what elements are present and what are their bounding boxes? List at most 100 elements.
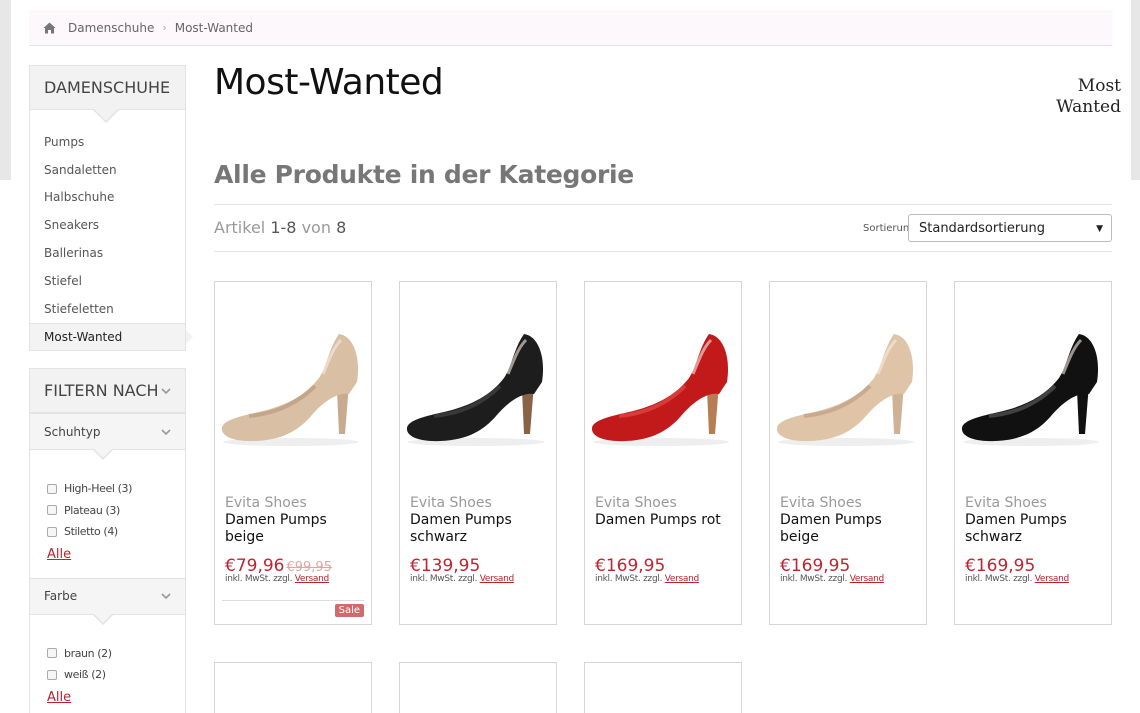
- filter-farbe-options: braun (2) weiß (2) Alle: [30, 615, 185, 713]
- filter-option[interactable]: High-Heel (3): [47, 478, 185, 500]
- page: Damenschuhe › Most-Wanted DAMENSCHUHE Pu…: [11, 0, 1131, 713]
- tax-text: inkl. MwSt. zzgl.: [225, 574, 293, 584]
- dropdown-arrow-icon: ▼: [1096, 224, 1103, 234]
- product-card[interactable]: [584, 662, 742, 713]
- product-card[interactable]: [214, 662, 372, 713]
- product-price: €169,95: [965, 556, 1035, 576]
- current-price: €169,95: [965, 556, 1036, 576]
- chevron-down-icon[interactable]: [161, 428, 171, 435]
- filter-option[interactable]: weiß (2): [47, 664, 185, 686]
- filter-option-label: braun (2): [64, 646, 112, 660]
- product-image[interactable]: [219, 324, 369, 454]
- checkbox[interactable]: [47, 483, 57, 494]
- filter-box: FILTERN NACH Schuhtyp High-Heel (3) Plat…: [29, 368, 186, 713]
- current-price: €169,95: [595, 556, 666, 576]
- shipping-link[interactable]: Versand: [665, 574, 700, 584]
- product-name[interactable]: Damen Pumps beige: [780, 512, 920, 546]
- tax-note: inkl. MwSt. zzgl. Versand: [595, 574, 699, 584]
- sidebar-item-pumps[interactable]: Pumps: [30, 128, 185, 156]
- chevron-down-icon[interactable]: [161, 593, 171, 599]
- shipping-link[interactable]: Versand: [850, 574, 885, 584]
- product-price: €79,96 €99,95: [225, 556, 332, 576]
- product-name[interactable]: Damen Pumps rot: [595, 512, 735, 529]
- current-price: €169,95: [780, 556, 851, 576]
- count-range: 1-8: [270, 218, 297, 237]
- checkbox[interactable]: [47, 505, 57, 516]
- product-price: €169,95: [595, 556, 665, 576]
- brand-logo[interactable]: Most Wanted: [1031, 76, 1121, 118]
- category-list: Pumps Sandaletten Halbschuhe Sneakers Ba…: [30, 110, 193, 351]
- filter-option[interactable]: braun (2): [47, 643, 185, 665]
- breadcrumb-item-current: Most-Wanted: [174, 20, 253, 35]
- count-mid: von: [301, 218, 331, 237]
- divider: [214, 204, 1112, 205]
- shipping-link[interactable]: Versand: [1035, 574, 1070, 584]
- product-name[interactable]: Damen Pumps schwarz: [410, 512, 550, 546]
- filter-header[interactable]: FILTERN NACH: [30, 369, 185, 413]
- filter-schuhtyp-options: High-Heel (3) Plateau (3) Stiletto (4) A…: [30, 450, 185, 578]
- chevron-down-icon[interactable]: [161, 387, 171, 394]
- sidebar-item-ballerinas[interactable]: Ballerinas: [30, 239, 185, 267]
- current-price: €139,95: [410, 556, 481, 576]
- tax-text: inkl. MwSt. zzgl.: [780, 574, 848, 584]
- product-brand[interactable]: Evita Shoes: [965, 495, 1047, 511]
- breadcrumb-item-damenschuhe[interactable]: Damenschuhe: [68, 21, 154, 35]
- filter-title: FILTERN NACH: [44, 381, 159, 400]
- product-image[interactable]: [774, 324, 924, 454]
- checkbox[interactable]: [47, 669, 57, 680]
- product-brand[interactable]: Evita Shoes: [595, 495, 677, 511]
- filter-schuhtyp-title: Schuhtyp: [44, 424, 101, 439]
- product-image[interactable]: [959, 324, 1109, 454]
- product-card[interactable]: Evita Shoes Damen Pumps rot €169,95 inkl. M…: [584, 281, 742, 625]
- tax-note: inkl. MwSt. zzgl. Versand: [965, 574, 1069, 584]
- filter-option[interactable]: Plateau (3): [47, 500, 185, 522]
- product-name[interactable]: Damen Pumps beige: [225, 512, 365, 546]
- sale-badge: Sale: [334, 604, 364, 617]
- sidebar-item-stiefeletten[interactable]: Stiefeletten: [30, 295, 185, 323]
- item-count: Artikel 1-8 von 8: [214, 218, 346, 237]
- product-card[interactable]: Evita Shoes Damen Pumps beige €79,96 €99,95…: [214, 281, 372, 625]
- product-brand[interactable]: Evita Shoes: [225, 495, 307, 511]
- product-brand[interactable]: Evita Shoes: [780, 495, 862, 511]
- shipping-link[interactable]: Versand: [295, 574, 330, 584]
- checkbox[interactable]: [47, 648, 57, 659]
- tax-text: inkl. MwSt. zzgl.: [595, 574, 663, 584]
- filter-farbe-header[interactable]: Farbe: [30, 577, 185, 625]
- checkbox[interactable]: [47, 526, 57, 537]
- product-card[interactable]: Evita Shoes Damen Pumps schwarz €169,95 ink…: [954, 281, 1112, 625]
- breadcrumb: Damenschuhe › Most-Wanted: [29, 10, 1112, 46]
- product-brand[interactable]: Evita Shoes: [410, 495, 492, 511]
- category-box: DAMENSCHUHE Pumps Sandaletten Halbschuhe…: [29, 65, 193, 352]
- product-image[interactable]: [589, 324, 739, 454]
- product-card[interactable]: Evita Shoes Damen Pumps schwarz €139,95 ink…: [399, 281, 557, 625]
- count-total: 8: [336, 218, 347, 237]
- tax-note: inkl. MwSt. zzgl. Versand: [225, 574, 329, 584]
- home-icon[interactable]: [43, 22, 56, 34]
- sidebar-item-sneakers[interactable]: Sneakers: [30, 211, 185, 239]
- shipping-link[interactable]: Versand: [480, 574, 515, 584]
- filter-schuhtyp-header[interactable]: Schuhtyp: [30, 413, 185, 460]
- filter-farbe-title: Farbe: [44, 589, 78, 603]
- count-prefix: Artikel: [214, 218, 266, 237]
- product-price: €169,95: [780, 556, 850, 576]
- page-title: Most-Wanted: [214, 62, 444, 103]
- tax-text: inkl. MwSt. zzgl.: [410, 574, 478, 584]
- sidebar-item-most-wanted[interactable]: Most-Wanted: [30, 322, 193, 351]
- tax-note: inkl. MwSt. zzgl. Versand: [780, 574, 884, 584]
- filter-farbe-all-link[interactable]: Alle: [47, 690, 71, 705]
- product-image[interactable]: [404, 324, 554, 454]
- filter-schuhtyp-all-link[interactable]: Alle: [47, 547, 71, 562]
- filter-option-label: Plateau (3): [64, 503, 120, 517]
- current-price: €79,96: [225, 556, 285, 576]
- product-name[interactable]: Damen Pumps schwarz: [965, 512, 1105, 546]
- sidebar-item-sandaletten[interactable]: Sandaletten: [30, 156, 185, 184]
- product-card[interactable]: Evita Shoes Damen Pumps beige €169,95 inkl.…: [769, 281, 927, 625]
- sort-select[interactable]: Standardsortierung ▼: [908, 214, 1112, 242]
- breadcrumb-separator: ›: [162, 21, 167, 34]
- sidebar-item-halbschuhe[interactable]: Halbschuhe: [30, 184, 185, 212]
- divider: [214, 251, 1112, 252]
- product-card[interactable]: [399, 662, 557, 713]
- sidebar-item-stiefel[interactable]: Stiefel: [30, 267, 185, 295]
- filter-option[interactable]: Stiletto (4): [47, 521, 185, 543]
- filter-option-label: High-Heel (3): [64, 482, 132, 496]
